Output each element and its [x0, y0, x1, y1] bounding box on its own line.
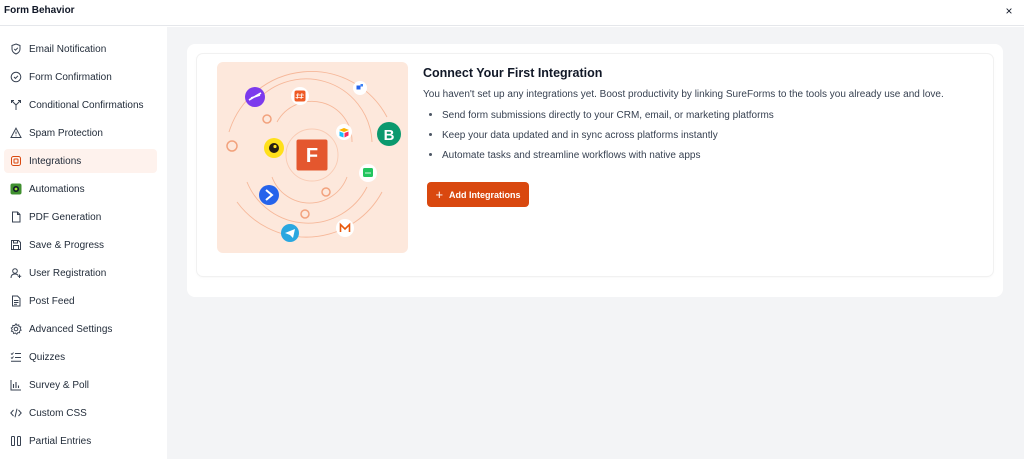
app-icon-sureforms-center: F	[296, 139, 328, 171]
sidebar-item-user-registration[interactable]: User Registration	[4, 261, 157, 285]
columns-icon	[10, 435, 22, 447]
bar-chart-icon	[10, 379, 22, 391]
sidebar-item-integrations[interactable]: Integrations	[4, 149, 157, 173]
check-circle-icon	[10, 71, 22, 83]
sidebar-item-conditional-confirmations[interactable]: Conditional Confirmations	[4, 93, 157, 117]
app-icon-lite	[359, 164, 377, 182]
sidebar-item-label: Quizzes	[29, 351, 66, 363]
sidebar-item-label: Automations	[29, 183, 85, 195]
gear-icon	[10, 323, 22, 335]
list-item: Automate tasks and streamline workflows …	[423, 146, 983, 166]
sidebar-item-save-progress[interactable]: Save & Progress	[4, 233, 157, 257]
app-icon-purple	[245, 87, 265, 107]
automation-icon	[10, 183, 22, 195]
add-integrations-label: Add Integrations	[449, 189, 521, 200]
decor-circle	[321, 187, 331, 197]
integrations-card: F B Connect Your First Integration You h…	[187, 44, 1003, 297]
warning-triangle-icon	[10, 127, 22, 139]
sidebar-item-label: Spam Protection	[29, 127, 103, 139]
integration-icon	[10, 155, 22, 167]
add-integrations-button[interactable]: + Add Integrations	[427, 182, 529, 207]
description: You haven't set up any integrations yet.…	[423, 89, 944, 100]
sidebar-item-label: Conditional Confirmations	[29, 99, 144, 111]
sidebar-item-label: Form Confirmation	[29, 71, 112, 83]
document-icon	[10, 295, 22, 307]
user-plus-icon	[10, 267, 22, 279]
save-icon	[10, 239, 22, 251]
main-panel: F B Connect Your First Integration You h…	[167, 27, 1024, 459]
sidebar-item-label: User Registration	[29, 267, 107, 279]
app-icon-small-blue	[353, 81, 367, 95]
decor-circle	[300, 209, 310, 219]
sidebar-item-label: Custom CSS	[29, 407, 87, 419]
title-bar: Form Behavior ×	[0, 0, 1024, 26]
bullet-icon	[429, 132, 432, 136]
sidebar-item-label: Survey & Poll	[29, 379, 90, 391]
file-icon	[10, 211, 22, 223]
sidebar-item-survey-poll[interactable]: Survey & Poll	[4, 373, 157, 397]
sidebar-item-partial-entries[interactable]: Partial Entries	[4, 429, 157, 453]
empty-state: F B Connect Your First Integration You h…	[197, 54, 993, 276]
list-item: Keep your data updated and in sync acros…	[423, 126, 983, 146]
bullet-icon	[429, 152, 432, 156]
list-item-text: Automate tasks and streamline workflows …	[442, 150, 701, 161]
sidebar-item-quizzes[interactable]: Quizzes	[4, 345, 157, 369]
app-icon-mailchimp	[264, 138, 284, 158]
app-icon-arrow-blue	[259, 185, 279, 205]
list-item-text: Send form submissions directly to your C…	[442, 110, 774, 121]
sidebar-item-label: Integrations	[29, 155, 82, 167]
sidebar-item-pdf-generation[interactable]: PDF Generation	[4, 205, 157, 229]
window-title: Form Behavior	[4, 5, 75, 16]
brevo-logo-letter: B	[384, 127, 395, 144]
list-item-text: Keep your data updated and in sync acros…	[442, 130, 718, 141]
benefit-list: Send form submissions directly to your C…	[423, 106, 983, 166]
shield-icon	[10, 43, 22, 55]
decor-circle	[226, 140, 238, 152]
branch-icon	[10, 99, 22, 111]
sidebar-item-label: PDF Generation	[29, 211, 102, 223]
app-icon-m	[336, 219, 354, 237]
list-item: Send form submissions directly to your C…	[423, 106, 983, 126]
sidebar-item-label: Advanced Settings	[29, 323, 113, 335]
code-icon	[10, 407, 22, 419]
list-check-icon	[10, 351, 22, 363]
sidebar-item-label: Save & Progress	[29, 239, 105, 251]
close-icon[interactable]: ×	[1002, 4, 1016, 18]
sidebar-item-advanced-settings[interactable]: Advanced Settings	[4, 317, 157, 341]
app-icon-brevo: B	[377, 122, 401, 146]
sidebar-item-email-notification[interactable]: Email Notification	[4, 37, 157, 61]
plus-icon: +	[435, 187, 444, 202]
integrations-illustration: F B	[217, 62, 408, 253]
decor-circle	[262, 114, 272, 124]
sidebar-item-label: Partial Entries	[29, 435, 92, 447]
sureforms-logo-letter: F	[306, 145, 318, 167]
sidebar-item-spam-protection[interactable]: Spam Protection	[4, 121, 157, 145]
bullet-icon	[429, 112, 432, 116]
sidebar: Email Notification Form Confirmation Con…	[0, 27, 167, 459]
sidebar-item-form-confirmation[interactable]: Form Confirmation	[4, 65, 157, 89]
sidebar-item-custom-css[interactable]: Custom CSS	[4, 401, 157, 425]
empty-state-content: Connect Your First Integration You haven…	[423, 64, 983, 207]
app-icon-telegram	[281, 224, 299, 242]
app-icon-hashtag	[291, 87, 309, 105]
page-title: Connect Your First Integration	[423, 66, 603, 80]
sidebar-item-label: Email Notification	[29, 43, 107, 55]
sidebar-item-label: Post Feed	[29, 295, 75, 307]
sidebar-item-automations[interactable]: Automations	[4, 177, 157, 201]
app-icon-airtable	[336, 124, 352, 140]
sidebar-item-post-feed[interactable]: Post Feed	[4, 289, 157, 313]
